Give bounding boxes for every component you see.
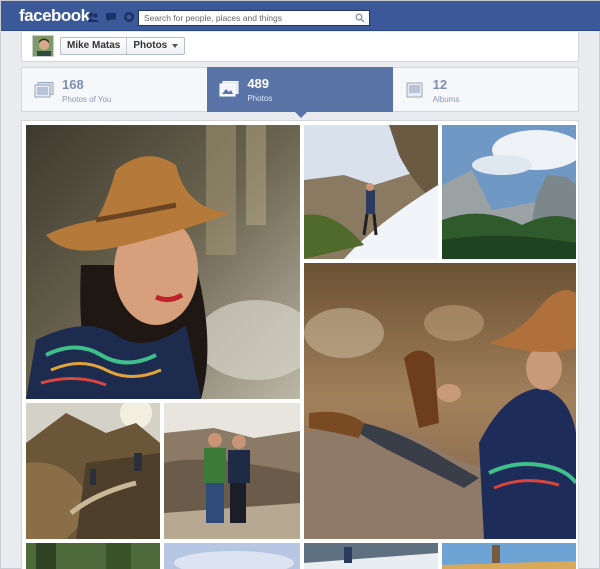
search-icon[interactable] (355, 13, 365, 23)
active-tab-pointer (295, 112, 308, 118)
photos-of-you-icon (34, 82, 54, 98)
search-placeholder: Search for people, places and things (144, 13, 282, 23)
photo-grid (21, 120, 579, 569)
top-navigation-bar: facebook Search for people, places and t… (1, 1, 600, 31)
tab-label: Photos of You (62, 95, 112, 104)
profile-subheader: Mike Matas Photos (21, 32, 579, 62)
notification-jewels (87, 10, 135, 22)
friend-requests-icon[interactable] (87, 10, 99, 22)
tab-albums[interactable]: 12 Albums (393, 68, 578, 111)
photo-desert-bottom-4[interactable] (442, 543, 576, 569)
search-input[interactable]: Search for people, places and things (138, 10, 370, 26)
photo-sky-bottom-2[interactable] (164, 543, 300, 569)
photo-woman-hat-portrait[interactable] (26, 125, 300, 399)
avatar[interactable] (32, 35, 54, 57)
messages-icon[interactable] (105, 10, 117, 22)
tab-photos[interactable]: 489 Photos (207, 67, 393, 118)
photo-hiker-snowy-ridge[interactable] (304, 125, 438, 259)
facebook-logo[interactable]: facebook (19, 6, 90, 26)
section-label: Photos (133, 40, 168, 51)
breadcrumb: Mike Matas Photos (60, 37, 186, 55)
photo-yosemite-valley[interactable] (442, 125, 576, 259)
tab-label: Albums (432, 95, 460, 104)
photo-couple-mountain[interactable] (164, 403, 300, 539)
tab-count: 168 (62, 77, 84, 92)
tab-count: 12 (432, 77, 448, 92)
photo-forest-bottom-1[interactable] (26, 543, 160, 569)
tab-label: Photos (247, 94, 273, 103)
tab-photos-of-you[interactable]: 168 Photos of You (22, 68, 207, 111)
photo-tabs: 168 Photos of You 489 Photos 12 Albums (21, 67, 579, 118)
photos-icon (219, 81, 239, 97)
facebook-photos-page: facebook Search for people, places and t… (0, 0, 600, 569)
profile-name-link[interactable]: Mike Matas (61, 38, 128, 54)
albums-icon (405, 82, 425, 98)
notifications-icon[interactable] (123, 10, 135, 22)
photo-snow-bottom-3[interactable] (304, 543, 438, 569)
section-selector[interactable]: Photos (127, 38, 184, 54)
photo-cliff-trail-hikers[interactable] (26, 403, 160, 539)
tab-count: 489 (247, 76, 270, 91)
chevron-down-icon (172, 44, 179, 48)
photo-sitting-on-rock[interactable] (304, 263, 576, 539)
